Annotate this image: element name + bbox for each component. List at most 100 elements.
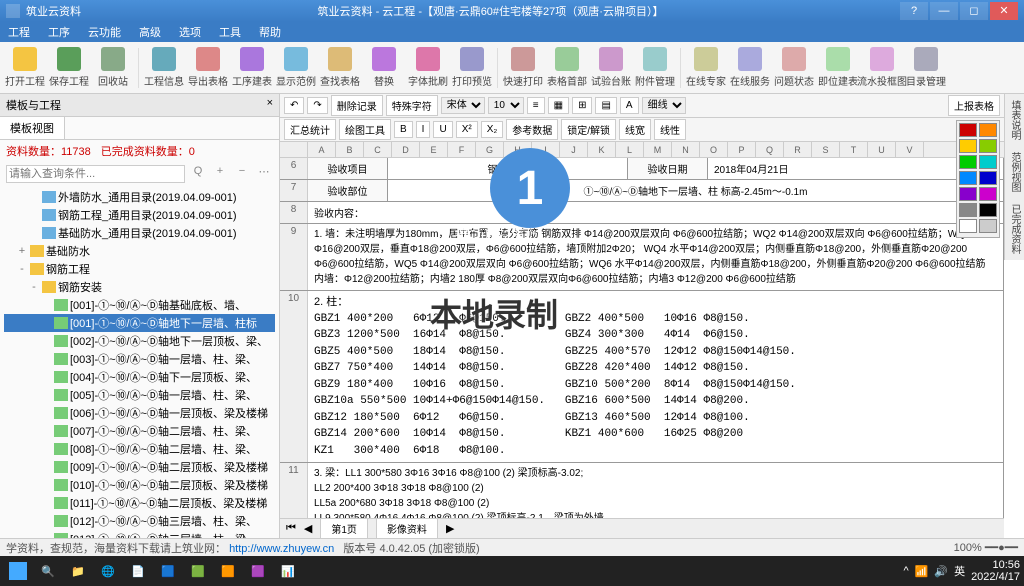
sup-icon[interactable]: X² [456, 121, 478, 138]
tree-node[interactable]: -钢筋安装 [4, 278, 275, 296]
swatch[interactable] [979, 155, 997, 169]
col-B[interactable]: B [336, 142, 364, 157]
tb-在线专家[interactable]: 在线专家 [685, 44, 727, 92]
tb-附件管理[interactable]: 附件管理 [634, 44, 676, 92]
tb-导出表格[interactable]: 导出表格 [187, 44, 229, 92]
underline-icon[interactable]: U [433, 121, 452, 138]
italic-icon[interactable]: I [416, 121, 431, 138]
col-L[interactable]: L [616, 142, 644, 157]
col-D[interactable]: D [392, 142, 420, 157]
tb-回收站[interactable]: 回收站 [92, 44, 134, 92]
task-explorer-icon[interactable]: 📁 [64, 558, 92, 584]
swatch[interactable] [979, 219, 997, 233]
panel-close-icon[interactable]: × [267, 97, 273, 113]
ref-data-button[interactable]: 参考数据 [506, 119, 558, 140]
menu-5[interactable]: 工具 [219, 24, 241, 40]
col-P[interactable]: P [728, 142, 756, 157]
tab-media[interactable]: 影像资料 [376, 518, 438, 539]
col-M[interactable]: M [644, 142, 672, 157]
col-C[interactable]: C [364, 142, 392, 157]
sidetab-done[interactable]: 已完成资料 [1004, 198, 1024, 260]
tray-time[interactable]: 10:56 [971, 559, 1020, 571]
swatch[interactable] [979, 187, 997, 201]
nav-next-icon[interactable]: ▶ [446, 522, 454, 535]
tree-node[interactable]: [010]-①~⑩/Ⓐ~Ⓓ轴二层顶板、梁及楼梯 [4, 476, 275, 494]
tb-显示范例[interactable]: 显示范例 [275, 44, 317, 92]
task-app2-icon[interactable]: 🟩 [184, 558, 212, 584]
redo-icon[interactable]: ↷ [307, 97, 327, 114]
lock-button[interactable]: 锁定/解锁 [561, 119, 616, 140]
sub-icon[interactable]: X₂ [481, 121, 504, 138]
tb-工序建表[interactable]: 工序建表 [231, 44, 273, 92]
size-select[interactable]: 10 [488, 97, 524, 114]
search-input[interactable] [6, 165, 185, 183]
add-icon[interactable]: + [211, 165, 229, 183]
tree-node[interactable]: 基础防水_通用目录(2019.04.09-001) [4, 224, 275, 242]
col-U[interactable]: U [868, 142, 896, 157]
min-button[interactable]: — [930, 2, 958, 20]
search-icon[interactable]: Q [189, 165, 207, 183]
tb-流水投框图[interactable]: 流水投框图 [861, 44, 903, 92]
start-button[interactable] [4, 558, 32, 584]
tree-node[interactable]: [006]-①~⑩/Ⓐ~Ⓓ轴一层顶板、梁及楼梯 [4, 404, 275, 422]
swatch[interactable] [959, 139, 977, 153]
font-select[interactable]: 宋体 [441, 97, 485, 114]
swatch[interactable] [979, 139, 997, 153]
help-button[interactable]: ? [900, 2, 928, 20]
tb-目录管理[interactable]: 目录管理 [905, 44, 947, 92]
col-N[interactable]: N [672, 142, 700, 157]
tab-template-view[interactable]: 模板视图 [0, 117, 65, 139]
undo-icon[interactable]: ↶ [284, 97, 304, 114]
col-K[interactable]: K [588, 142, 616, 157]
tray-ime[interactable]: 英 [954, 563, 965, 579]
nav-first-icon[interactable]: ⏮ [286, 522, 296, 535]
cell-beam-text[interactable]: 3. 梁：LL1 300*580 3Φ16 3Φ16 Φ8@100 (2) 梁顶… [308, 463, 1004, 518]
tb-打印预览[interactable]: 打印预览 [451, 44, 493, 92]
task-app3-icon[interactable]: 🟧 [214, 558, 242, 584]
col-A[interactable]: A [308, 142, 336, 157]
tree-node[interactable]: [001]-①~⑩/Ⓐ~Ⓓ轴基础底板、墙、 [4, 296, 275, 314]
col-V[interactable]: V [896, 142, 924, 157]
tb-表格首部[interactable]: 表格首部 [546, 44, 588, 92]
spreadsheet[interactable]: 6 验收项目 钢筋安装 验收日期 2018年04月21日 7 验收部位 ①~⑩/… [280, 158, 1004, 518]
stats-button[interactable]: 汇总统计 [284, 119, 336, 140]
col-T[interactable]: T [840, 142, 868, 157]
merge-icon[interactable]: ⊞ [572, 97, 592, 114]
swatch[interactable] [959, 123, 977, 137]
cell-wall-text[interactable]: 1. 墙：未注明墙厚为180mm，居中布置，墙分布筋 钢筋双排 Φ14@200双… [308, 224, 1004, 290]
line-thin-select[interactable]: 细线 [642, 97, 686, 114]
menu-0[interactable]: 工程 [8, 24, 30, 40]
tree-node[interactable]: [001]-①~⑩/Ⓐ~Ⓓ轴地下一层墙、柱标 [4, 314, 275, 332]
close-button[interactable]: ✕ [990, 2, 1018, 20]
tb-保存工程[interactable]: 保存工程 [48, 44, 90, 92]
col-Q[interactable]: Q [756, 142, 784, 157]
task-edge-icon[interactable]: 🌐 [94, 558, 122, 584]
linet-button[interactable]: 线性 [654, 119, 686, 140]
tb-在线服务[interactable]: 在线服务 [729, 44, 771, 92]
tb-试验台账[interactable]: 试验台账 [590, 44, 632, 92]
tree-node[interactable]: 钢筋工程_通用目录(2019.04.09-001) [4, 206, 275, 224]
nav-prev-icon[interactable]: ◀ [304, 522, 312, 535]
fill-icon[interactable]: ▤ [595, 97, 616, 114]
col-F[interactable]: F [448, 142, 476, 157]
col-J[interactable]: J [560, 142, 588, 157]
task-wps-icon[interactable]: 📄 [124, 558, 152, 584]
tree-node[interactable]: [007]-①~⑩/Ⓐ~Ⓓ轴二层墙、柱、梁、 [4, 422, 275, 440]
align-left-icon[interactable]: ≡ [527, 97, 545, 114]
task-app4-icon[interactable]: 🟪 [244, 558, 272, 584]
cell-location-value[interactable]: ①~⑩/Ⓐ~Ⓓ轴地下一层墙、柱 标高-2.45m～-0.1m [388, 180, 1004, 201]
col-R[interactable]: R [784, 142, 812, 157]
upload-button[interactable]: 上报表格 [948, 95, 1000, 116]
sidetab-example[interactable]: 范例视图 [1004, 146, 1024, 198]
tree-node[interactable]: [008]-①~⑩/Ⓐ~Ⓓ轴二层墙、柱、梁、 [4, 440, 275, 458]
font-color-icon[interactable]: A [620, 97, 639, 114]
tree-node[interactable]: [002]-①~⑩/Ⓐ~Ⓓ轴地下一层顶板、梁、 [4, 332, 275, 350]
task-app5-icon[interactable]: 📊 [274, 558, 302, 584]
tree-node[interactable]: 外墙防水_通用目录(2019.04.09-001) [4, 188, 275, 206]
tree-node[interactable]: [005]-①~⑩/Ⓐ~Ⓓ轴一层墙、柱、梁、 [4, 386, 275, 404]
tb-即位建表[interactable]: 即位建表 [817, 44, 859, 92]
swatch[interactable] [979, 123, 997, 137]
swatch[interactable] [959, 187, 977, 201]
swatch[interactable] [959, 171, 977, 185]
col-E[interactable]: E [420, 142, 448, 157]
